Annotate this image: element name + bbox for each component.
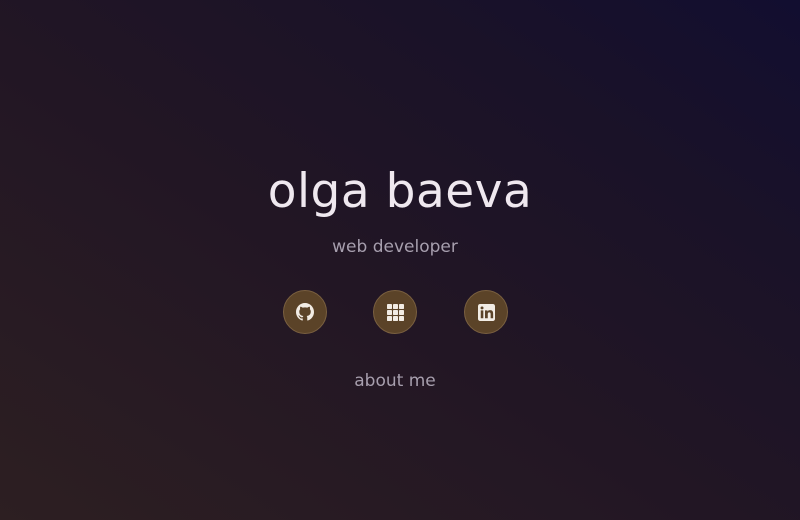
hero-section: olga baeva web developer about me xyxy=(0,0,800,520)
social-links xyxy=(0,290,800,338)
github-button[interactable] xyxy=(283,290,327,334)
projects-button[interactable] xyxy=(373,290,417,334)
github-icon xyxy=(296,303,314,321)
grid-apps-icon xyxy=(386,303,404,321)
linkedin-icon xyxy=(477,303,495,321)
about-me-link[interactable]: about me xyxy=(0,370,790,392)
page-title: olga baeva xyxy=(267,164,533,219)
subtitle-role: web developer xyxy=(332,237,458,257)
linkedin-button[interactable] xyxy=(464,290,508,334)
